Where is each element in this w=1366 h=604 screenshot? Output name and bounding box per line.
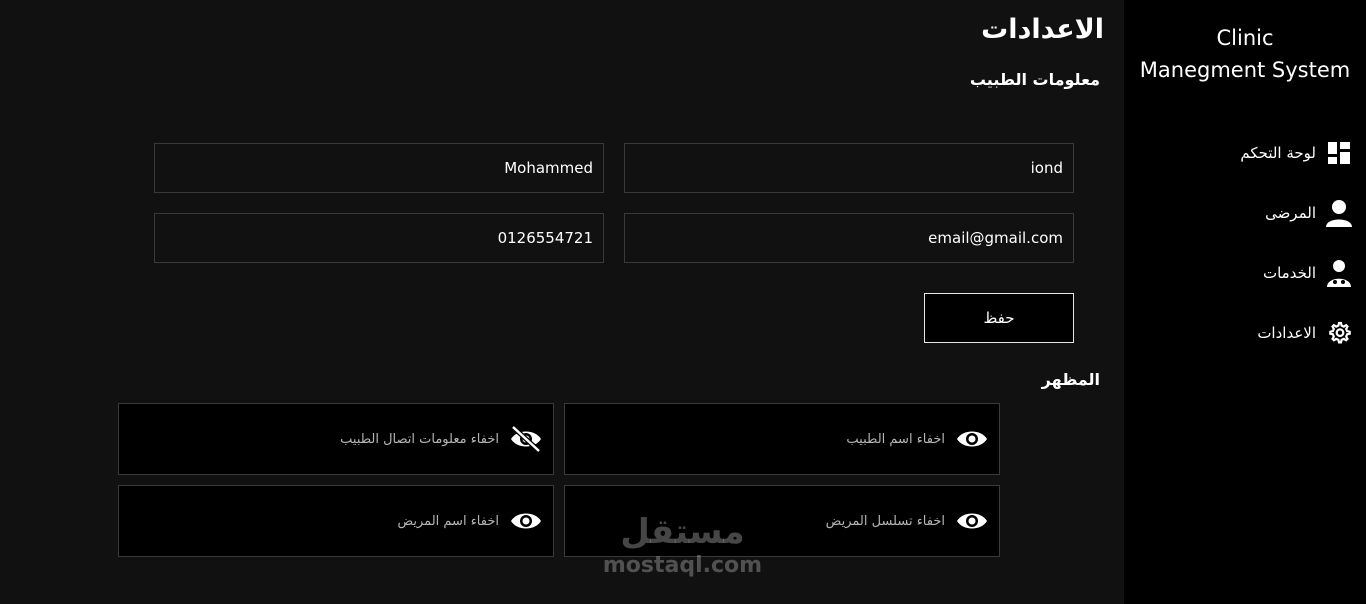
sidebar-item-label: الخدمات bbox=[1262, 264, 1316, 282]
page-title: الاعدادات bbox=[981, 14, 1104, 45]
watermark: مستقل mostaql.com bbox=[600, 512, 765, 580]
doctor-info-section-title: معلومات الطبيب bbox=[969, 70, 1100, 89]
email-field[interactable] bbox=[624, 213, 1074, 263]
sidebar-item-dashboard[interactable]: لوحة التحكم bbox=[1152, 135, 1352, 171]
brand-line-2: Manegment System bbox=[1139, 58, 1351, 82]
brand-line-1: Clinic bbox=[1216, 26, 1274, 50]
toggle-label: اخفاء اسم الطبيب bbox=[846, 431, 945, 447]
sidebar-item-settings[interactable]: الاعدادات bbox=[1152, 315, 1352, 351]
eye-icon bbox=[955, 426, 989, 452]
first-name-field[interactable] bbox=[624, 143, 1074, 193]
user-icon bbox=[1326, 200, 1352, 227]
hide-doctor-name-toggle[interactable]: اخفاء اسم الطبيب bbox=[564, 403, 1000, 475]
toggle-label: اخفاء اسم المريض bbox=[397, 513, 499, 529]
sidebar-item-label: الاعدادات bbox=[1257, 324, 1316, 342]
eye-icon bbox=[955, 508, 989, 534]
sidebar: Clinic Manegment System لوحة التحكم المر… bbox=[1124, 0, 1366, 604]
phone-field[interactable] bbox=[154, 213, 604, 263]
sidebar-item-label: لوحة التحكم bbox=[1240, 144, 1316, 162]
toggle-label: اخفاء معلومات اتصال الطبيب bbox=[340, 431, 499, 447]
doctor-icon bbox=[1326, 260, 1352, 287]
sidebar-item-services[interactable]: الخدمات bbox=[1152, 255, 1352, 291]
toggle-label: اخفاء تسلسل المريض bbox=[825, 513, 945, 529]
sidebar-item-patients[interactable]: المرضى bbox=[1152, 195, 1352, 231]
sidebar-item-label: المرضى bbox=[1265, 204, 1316, 222]
watermark-latin: mostaql.com bbox=[602, 553, 763, 578]
eye-icon bbox=[509, 508, 543, 534]
last-name-field[interactable] bbox=[154, 143, 604, 193]
hide-patient-name-toggle[interactable]: اخفاء اسم المريض bbox=[118, 485, 554, 557]
gear-icon bbox=[1326, 320, 1352, 346]
save-button[interactable]: حفظ bbox=[924, 293, 1074, 343]
brand-title: Clinic Manegment System bbox=[1124, 22, 1366, 86]
appearance-section-title: المظهر bbox=[1041, 370, 1100, 389]
watermark-arabic: مستقل bbox=[620, 512, 745, 552]
dashboard-icon bbox=[1326, 140, 1352, 166]
hide-doctor-contact-toggle[interactable]: اخفاء معلومات اتصال الطبيب bbox=[118, 403, 554, 475]
eye-slash-icon bbox=[509, 426, 543, 452]
